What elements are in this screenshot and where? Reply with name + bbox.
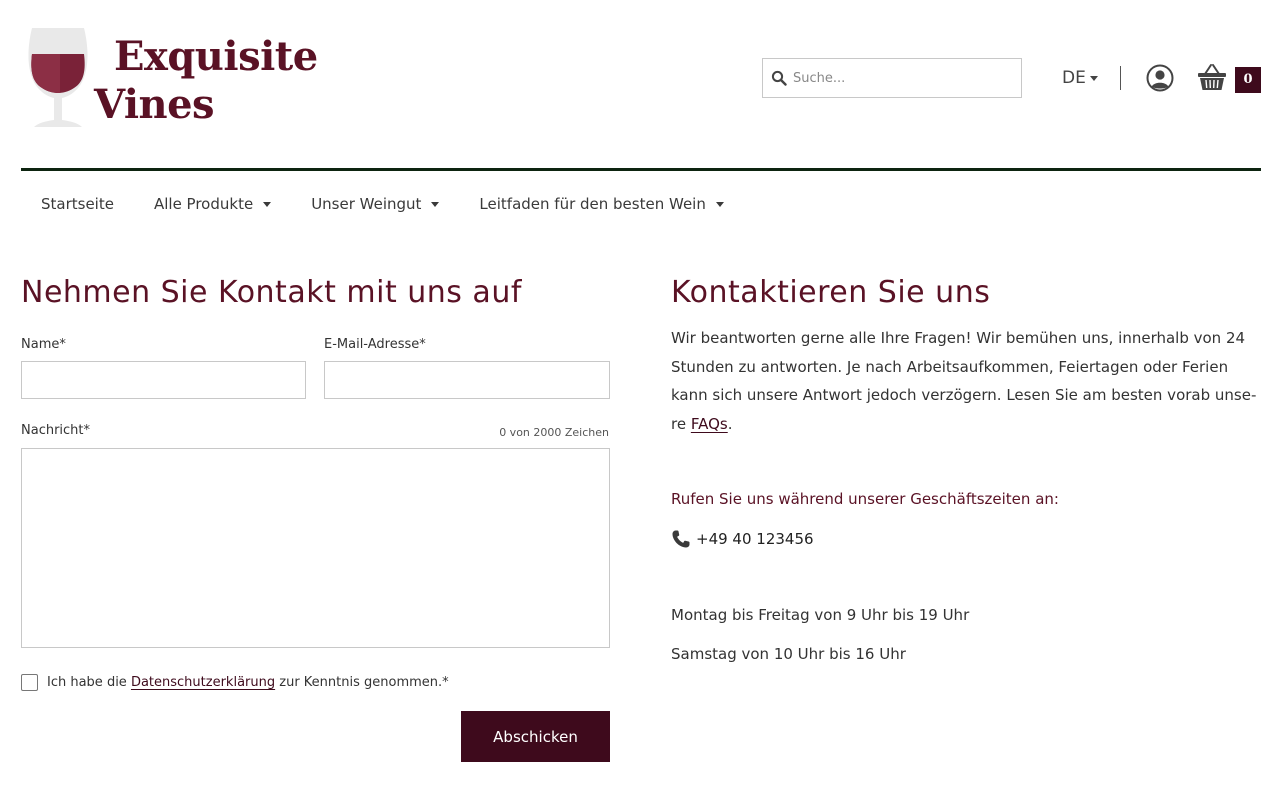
nav-item-unser-weingut[interactable]: Unser Weingut	[291, 184, 459, 224]
nav-item-leitfaden[interactable]: Leitfaden für den besten Wein	[459, 184, 743, 224]
contact-intro: Wir beantworten gerne alle Ihre Fragen! …	[671, 324, 1263, 439]
contact-intro-text: Wir beantworten gerne alle Ihre Fragen! …	[671, 329, 1257, 434]
contact-info-heading: Kontaktieren Sie uns	[671, 275, 991, 310]
cart-count-badge[interactable]: 0	[1235, 67, 1261, 93]
name-field[interactable]	[21, 361, 306, 399]
nav-item-alle-produkte[interactable]: Alle Produkte	[134, 184, 291, 224]
email-label: E-Mail-Adresse*	[324, 337, 426, 352]
nav-item-label: Alle Produkte	[153, 195, 254, 213]
business-hours-heading: Rufen Sie uns während unserer Geschäftsz…	[671, 490, 1059, 508]
language-label: DE	[1062, 68, 1086, 88]
site-header: Exquisite Vines DE 0	[0, 0, 1280, 170]
main-nav: Startseite Alle Produkte Unser Weingut L…	[21, 184, 744, 224]
nav-item-label: Leitfaden für den besten Wein	[479, 195, 706, 213]
language-selector[interactable]: DE	[1062, 66, 1098, 90]
brand-logo[interactable]: Exquisite Vines	[26, 24, 318, 134]
message-field[interactable]	[21, 448, 610, 648]
wine-glass-icon	[28, 28, 88, 127]
name-label: Name*	[21, 337, 66, 352]
brand-name-line2: Vines	[94, 81, 215, 128]
hours-saturday: Samstag von 10 Uhr bis 16 Uhr	[671, 645, 906, 663]
privacy-consent-text: Ich habe die Datenschutzerklärung zur Ke…	[47, 675, 449, 690]
privacy-policy-link[interactable]: Datenschutzerklärung	[131, 675, 275, 690]
header-separator	[1120, 66, 1121, 90]
contact-intro-end: .	[727, 415, 733, 434]
privacy-consent: Ich habe die Datenschutzerklärung zur Ke…	[21, 672, 449, 692]
message-label: Nachricht*	[21, 423, 91, 438]
basket-icon[interactable]	[1196, 62, 1228, 92]
header-divider	[21, 168, 1261, 171]
chevron-down-icon	[1089, 76, 1098, 81]
submit-button[interactable]: Abschicken	[461, 711, 610, 762]
hours-weekdays: Montag bis Freitag von 9 Uhr bis 19 Uhr	[671, 606, 970, 624]
phone-row: +49 40 123456	[671, 529, 814, 549]
search-icon[interactable]	[771, 70, 787, 86]
brand-name-line1: Exquisite	[114, 33, 318, 80]
faq-link[interactable]: FAQs	[691, 415, 728, 433]
user-icon[interactable]	[1146, 64, 1174, 92]
phone-number[interactable]: +49 40 123456	[696, 530, 814, 548]
search-input[interactable]	[793, 59, 1013, 97]
nav-item-label: Unser Weingut	[311, 195, 422, 213]
consent-suffix: zur Kenntnis genommen.*	[279, 674, 449, 690]
contact-form-heading: Nehmen Sie Kontakt mit uns auf	[21, 275, 522, 310]
nav-item-label: Startseite	[41, 195, 114, 213]
chevron-down-icon	[263, 201, 272, 207]
chevron-down-icon	[715, 201, 724, 207]
char-counter: 0 von 2000 Zeichen	[499, 426, 609, 439]
privacy-consent-checkbox[interactable]	[21, 673, 38, 691]
phone-icon	[672, 530, 690, 548]
email-field[interactable]	[324, 361, 610, 399]
nav-item-startseite[interactable]: Startseite	[21, 184, 134, 224]
consent-prefix: Ich habe die	[47, 674, 127, 690]
chevron-down-icon	[431, 201, 440, 207]
search-box[interactable]	[762, 58, 1022, 98]
